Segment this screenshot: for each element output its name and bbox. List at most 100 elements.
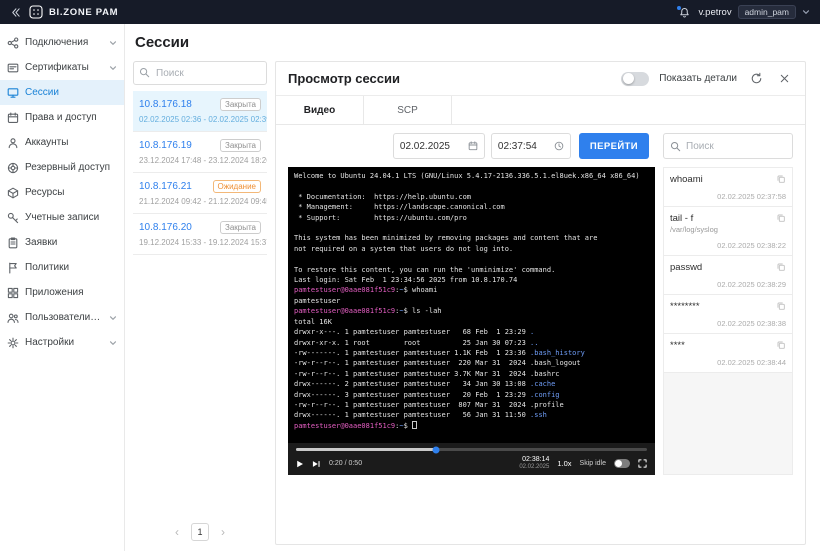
copy-icon[interactable]: [776, 301, 786, 311]
refresh-icon: [751, 72, 761, 84]
sidebar-item-label: Права и доступ: [25, 112, 97, 123]
fullscreen-button[interactable]: [638, 459, 647, 468]
close-button[interactable]: [775, 70, 793, 88]
search-icon: [139, 67, 150, 78]
main-area: Сессии 10.8.176.18 Закрыта 02.02.2025 02…: [125, 24, 820, 551]
credentials-icon: [7, 212, 19, 223]
command-timestamp: 02.02.2025 02:38:44: [717, 358, 786, 367]
sidebar-item-label: Сертификаты: [25, 62, 89, 73]
command-log-item[interactable]: tail - f /var/log/syslog 02.02.2025 02:3…: [664, 207, 792, 256]
play-icon: [297, 460, 303, 467]
sidebar-collapse-button[interactable]: [10, 7, 21, 18]
command-log-item[interactable]: **** 02.02.2025 02:38:44: [664, 334, 792, 373]
session-period: 19.12.2024 15:33 - 19.12.2024 15:37: [139, 238, 267, 247]
copy-icon[interactable]: [776, 340, 786, 350]
certificates-icon: [7, 63, 19, 72]
copy-icon[interactable]: [776, 213, 786, 223]
user-menu[interactable]: v.petrov admin_pam: [698, 5, 810, 19]
sidebar-item-settings[interactable]: Настройки: [0, 330, 124, 355]
skip-idle-label: Skip idle: [579, 460, 606, 468]
sidebar-item-credentials[interactable]: Учетные записи: [0, 205, 124, 230]
skip-forward-icon: [312, 460, 320, 467]
play-button[interactable]: [296, 460, 304, 468]
session-ip: 10.8.176.19: [139, 140, 192, 151]
session-list: 10.8.176.18 Закрыта 02.02.2025 02:36 - 0…: [133, 91, 267, 513]
tab-scp[interactable]: SCP: [364, 96, 452, 124]
date-input[interactable]: [399, 140, 463, 152]
sidebar-item-label: Пользователи и гр...: [25, 312, 103, 323]
terminal-output: Welcome to Ubuntu 24.04.1 LTS (GNU/Linux…: [294, 172, 640, 430]
playback-controls-row: ПЕРЕЙТИ: [276, 125, 805, 167]
notifications-button[interactable]: [676, 4, 690, 18]
skip-idle-toggle[interactable]: [614, 459, 630, 469]
session-period: 02.02.2025 02:36 - 02.02.2025 02:39: [139, 115, 267, 124]
sidebar-item-users-groups[interactable]: Пользователи и гр...: [0, 305, 124, 330]
command-log-item[interactable]: whoami 02.02.2025 02:37:58: [664, 168, 792, 207]
copy-icon[interactable]: [776, 174, 786, 184]
sidebar-item-access-rights[interactable]: Права и доступ: [0, 105, 124, 130]
show-details-label: Показать детали: [659, 73, 737, 84]
go-to-time-button[interactable]: ПЕРЕЙТИ: [578, 133, 649, 159]
session-search: [133, 61, 267, 85]
sidebar-item-sessions[interactable]: Сессии: [0, 80, 124, 105]
player-progress-bar[interactable]: [296, 446, 647, 454]
session-list-item[interactable]: 10.8.176.18 Закрыта 02.02.2025 02:36 - 0…: [133, 91, 267, 132]
refresh-button[interactable]: [747, 70, 765, 88]
player-progress-played: [296, 448, 437, 452]
sidebar-item-accounts[interactable]: Аккаунты: [0, 130, 124, 155]
playback-speed-button[interactable]: 1.0x: [557, 459, 571, 468]
pagination-page-1[interactable]: 1: [191, 523, 209, 541]
command-text: tail - f: [670, 213, 694, 224]
session-list-item[interactable]: 10.8.176.21 Ожидание 21.12.2024 09:42 - …: [133, 173, 267, 214]
pagination: ‹ 1 ›: [133, 513, 267, 545]
command-timestamp: 02.02.2025 02:38:38: [717, 319, 786, 328]
viewer-title: Просмотр сессии: [288, 71, 400, 86]
settings-icon: [7, 337, 19, 348]
sidebar-item-resources[interactable]: Ресурсы: [0, 180, 124, 205]
player-row: Welcome to Ubuntu 24.04.1 LTS (GNU/Linux…: [276, 167, 805, 475]
copy-icon[interactable]: [776, 262, 786, 272]
username: v.petrov: [698, 6, 732, 18]
time-input[interactable]: [497, 140, 549, 152]
sidebar-item-connections[interactable]: Подключения: [0, 30, 124, 55]
player-timestamp-time: 02:38:14: [522, 456, 550, 464]
toggle-knob: [623, 73, 635, 84]
command-text: passwd: [670, 262, 703, 273]
sidebar-item-label: Учетные записи: [25, 212, 100, 223]
player-progress-handle[interactable]: [432, 446, 440, 454]
date-picker[interactable]: [392, 133, 485, 159]
command-log-item[interactable]: ******** 02.02.2025 02:38:38: [664, 295, 792, 334]
show-details-toggle[interactable]: [621, 71, 650, 86]
command-timestamp: 02.02.2025 02:38:29: [717, 280, 786, 289]
chevron-down-icon: [109, 315, 117, 320]
sidebar-item-policies[interactable]: Политики: [0, 255, 124, 280]
sidebar-item-applications[interactable]: Приложения: [0, 280, 124, 305]
chevron-down-icon: [109, 65, 117, 70]
session-list-item[interactable]: 10.8.176.20 Закрыта 19.12.2024 15:33 - 1…: [133, 214, 267, 255]
time-picker[interactable]: [490, 133, 571, 159]
brand-name: BI.ZONE PAM: [49, 6, 119, 18]
command-log-item[interactable]: passwd 02.02.2025 02:38:29: [664, 256, 792, 295]
backup-access-icon: [7, 162, 19, 173]
session-list-item[interactable]: 10.8.176.19 Закрыта 23.12.2024 17:48 - 2…: [133, 132, 267, 173]
sessions-icon: [7, 87, 19, 98]
sidebar-item-label: Резервный доступ: [25, 162, 111, 173]
session-ip: 10.8.176.18: [139, 99, 192, 110]
sidebar-item-backup-access[interactable]: Резервный доступ: [0, 155, 124, 180]
command-search-input[interactable]: [686, 134, 786, 158]
pagination-prev-button[interactable]: ‹: [175, 526, 179, 538]
pagination-next-button[interactable]: ›: [221, 526, 225, 538]
connections-icon: [7, 36, 19, 49]
sidebar-item-label: Настройки: [25, 337, 75, 348]
session-status-badge: Ожидание: [212, 180, 261, 193]
skip-forward-button[interactable]: [312, 460, 321, 468]
session-search-input[interactable]: [133, 61, 267, 85]
sidebar-item-certificates[interactable]: Сертификаты: [0, 55, 124, 80]
tab-video[interactable]: Видео: [276, 96, 364, 124]
sidebar-item-label: Политики: [25, 262, 70, 273]
sidebar-item-requests[interactable]: Заявки: [0, 230, 124, 255]
close-icon: [780, 74, 788, 83]
brand: BI.ZONE PAM: [29, 5, 118, 19]
session-status-badge: Закрыта: [219, 139, 261, 152]
player-controls: 0:20 / 0:50 02:38:14 02.02.2025 1.0x Ski…: [288, 443, 655, 475]
